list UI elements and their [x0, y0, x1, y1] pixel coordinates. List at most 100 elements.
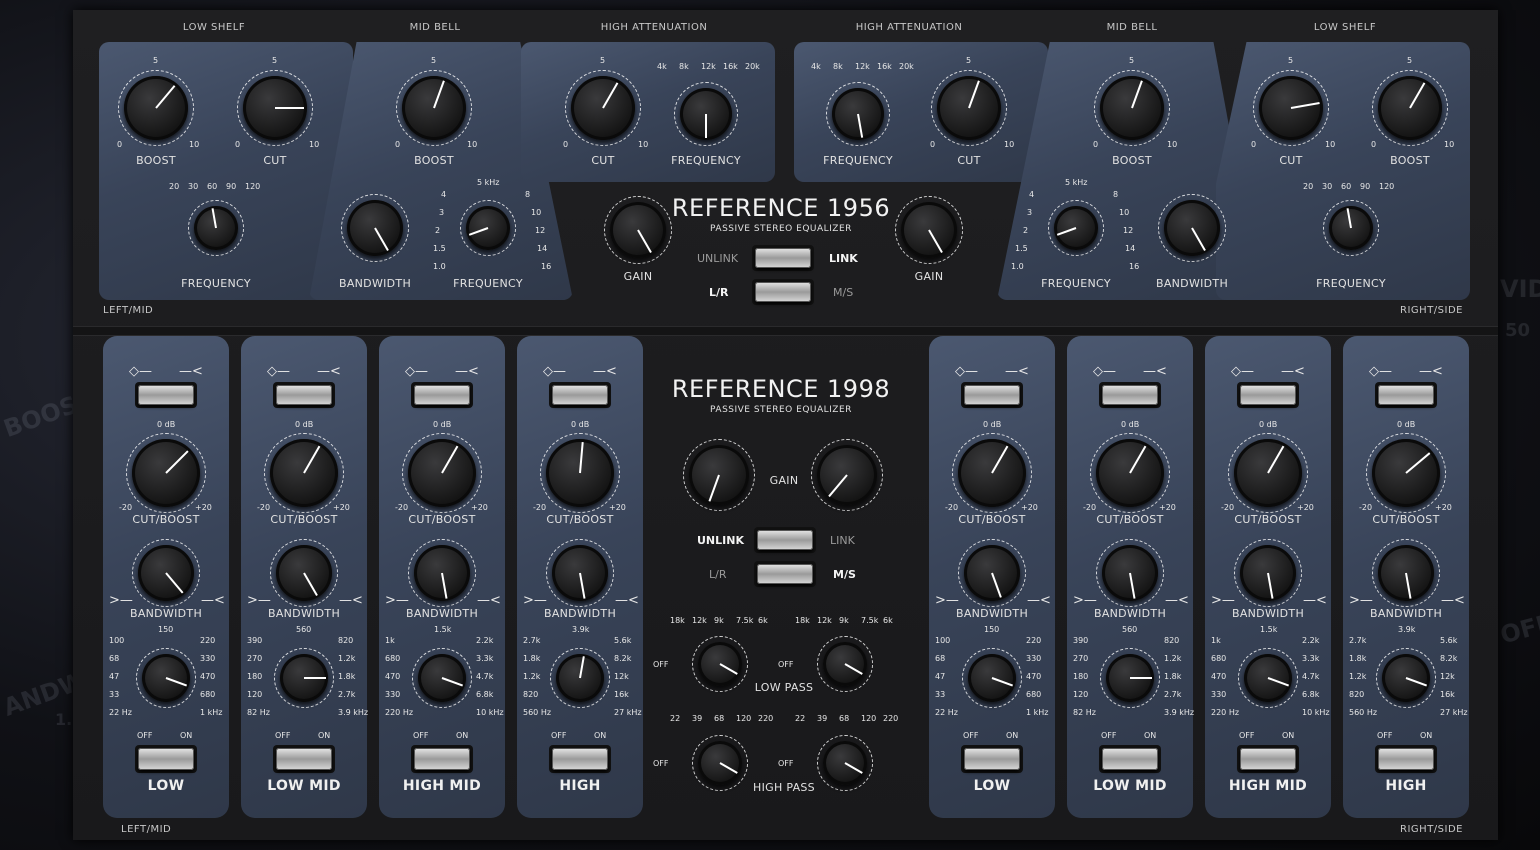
band-2-cut-boost-knob[interactable] — [1234, 439, 1302, 507]
band-0-frequency-knob[interactable] — [142, 654, 190, 702]
freq-tick: 16k — [614, 690, 629, 699]
left-midbell-boost-knob[interactable] — [402, 76, 466, 140]
right-midbell-bandwidth-knob[interactable] — [1164, 200, 1220, 256]
right-lowshelf-freq-knob[interactable] — [1329, 206, 1373, 250]
left-high-pass-knob[interactable] — [698, 741, 742, 785]
right-highatten-freq-knob[interactable] — [832, 88, 884, 140]
cut-boost-label: CUT/BOOST — [546, 513, 614, 526]
band-1-cut-boost-knob[interactable] — [270, 439, 338, 507]
band-2-frequency-knob[interactable] — [418, 654, 466, 702]
scale-mark: 5 — [966, 56, 972, 65]
band-2-cut-boost-knob[interactable] — [408, 439, 476, 507]
section-divider — [73, 326, 1498, 336]
left-midbell-bandwidth-knob[interactable] — [347, 200, 403, 256]
left-highatten-cut-knob[interactable] — [571, 76, 635, 140]
band-3-frequency-knob[interactable] — [556, 654, 604, 702]
off-label: OFF — [137, 731, 153, 740]
bottom-lr-ms-switch[interactable] — [757, 564, 813, 584]
left-midbell-freq-knob[interactable] — [466, 206, 510, 250]
freq-tick: 680 — [1211, 654, 1227, 663]
minus-20-label: -20 — [533, 503, 547, 512]
band-3-cut-boost-knob[interactable] — [546, 439, 614, 507]
freq-tick: 12 — [535, 226, 546, 235]
band-2-shape-switch[interactable] — [414, 385, 470, 405]
band-3-frequency-knob[interactable] — [1382, 654, 1430, 702]
band-1-enable-switch[interactable] — [1102, 748, 1158, 770]
band-3-cut-boost-knob[interactable] — [1372, 439, 1440, 507]
left-lowshelf-freq-knob[interactable] — [194, 206, 238, 250]
band-1-frequency-knob[interactable] — [280, 654, 328, 702]
band-2-bandwidth-knob[interactable] — [1240, 545, 1296, 601]
right-high-pass-knob[interactable] — [823, 741, 867, 785]
freq-tick: 1.8k — [338, 672, 356, 681]
band-0-frequency-knob[interactable] — [968, 654, 1016, 702]
right-highatten-cut-knob[interactable] — [937, 76, 1001, 140]
top-section-label: LOW SHELF — [182, 22, 246, 33]
link-switch[interactable] — [755, 248, 811, 268]
band-1-shape-switch[interactable] — [1102, 385, 1158, 405]
freq-tick: 4 — [1029, 190, 1035, 199]
right-low-pass-knob[interactable] — [823, 642, 867, 686]
bottom-left-gain-knob[interactable] — [689, 445, 749, 505]
freq-tick: 33 — [935, 690, 946, 699]
freq-tick: 3.3k — [476, 654, 494, 663]
band-0-enable-switch[interactable] — [138, 748, 194, 770]
band-3-bandwidth-knob[interactable] — [1378, 545, 1434, 601]
lr-option: L/R — [709, 286, 729, 299]
band-2-shape-switch[interactable] — [1240, 385, 1296, 405]
right-midbell-boost-knob[interactable] — [1100, 76, 1164, 140]
band-0-cut-boost-knob[interactable] — [958, 439, 1026, 507]
band-1-shape-switch[interactable] — [276, 385, 332, 405]
band-2-enable-switch[interactable] — [414, 748, 470, 770]
right-lowshelf-boost-knob[interactable] — [1378, 76, 1442, 140]
band-3-shape-switch[interactable] — [552, 385, 608, 405]
left-highatten-freq-knob[interactable] — [680, 88, 732, 140]
band-1-bandwidth-knob[interactable] — [1102, 545, 1158, 601]
band-1-frequency-knob[interactable] — [1106, 654, 1154, 702]
right-gain-knob[interactable] — [901, 202, 957, 258]
band-0-shape-switch[interactable] — [138, 385, 194, 405]
band-2-frequency-knob[interactable] — [1244, 654, 1292, 702]
band-1-enable-switch[interactable] — [276, 748, 332, 770]
freq-tick: 33 — [109, 690, 120, 699]
plus-20-label: +20 — [1297, 503, 1314, 512]
freq-center-label: 3.9k — [572, 625, 590, 634]
left-gain-knob[interactable] — [610, 202, 666, 258]
freq-tick: 5 kHz — [477, 178, 500, 187]
freq-tick: 1.8k — [1164, 672, 1182, 681]
left-lowshelf-boost-knob[interactable] — [124, 76, 188, 140]
hp-off-label: OFF — [653, 759, 669, 768]
band-0-shape-switch[interactable] — [964, 385, 1020, 405]
lr-ms-switch[interactable] — [755, 282, 811, 302]
right-midbell-freq-knob[interactable] — [1054, 206, 1098, 250]
band-3-enable-switch[interactable] — [552, 748, 608, 770]
band-0-cut-boost-knob[interactable] — [132, 439, 200, 507]
band-2-enable-switch[interactable] — [1240, 748, 1296, 770]
scale-mark: 10 — [1004, 140, 1015, 149]
band-3-shape-switch[interactable] — [1378, 385, 1434, 405]
left-lowshelf-cut-knob[interactable] — [243, 76, 307, 140]
zero-db-label: 0 dB — [433, 420, 452, 429]
band-name-label: HIGH MID — [1228, 778, 1308, 794]
band-0-bandwidth-knob[interactable] — [964, 545, 1020, 601]
freq-tick: 390 — [1073, 636, 1089, 645]
band-0-enable-switch[interactable] — [964, 748, 1020, 770]
freq-tick: 330 — [1026, 654, 1042, 663]
band-3-bandwidth-knob[interactable] — [552, 545, 608, 601]
band-0-bandwidth-knob[interactable] — [138, 545, 194, 601]
band-1-bandwidth-knob[interactable] — [276, 545, 332, 601]
narrow-bw-icon: >— — [1211, 593, 1235, 608]
frequency-label: FREQUENCY — [453, 277, 523, 290]
bottom-right-gain-knob[interactable] — [817, 445, 877, 505]
bottom-link-switch[interactable] — [757, 530, 813, 550]
freq-tick: 20k — [745, 62, 760, 71]
band-3-enable-switch[interactable] — [1378, 748, 1434, 770]
left-low-pass-knob[interactable] — [698, 642, 742, 686]
ms-option: M/S — [833, 568, 856, 581]
freq-tick: 330 — [1211, 690, 1227, 699]
freq-tick: 68 — [935, 654, 946, 663]
freq-tick: 270 — [1073, 654, 1089, 663]
band-1-cut-boost-knob[interactable] — [1096, 439, 1164, 507]
right-lowshelf-cut-knob[interactable] — [1259, 76, 1323, 140]
band-2-bandwidth-knob[interactable] — [414, 545, 470, 601]
